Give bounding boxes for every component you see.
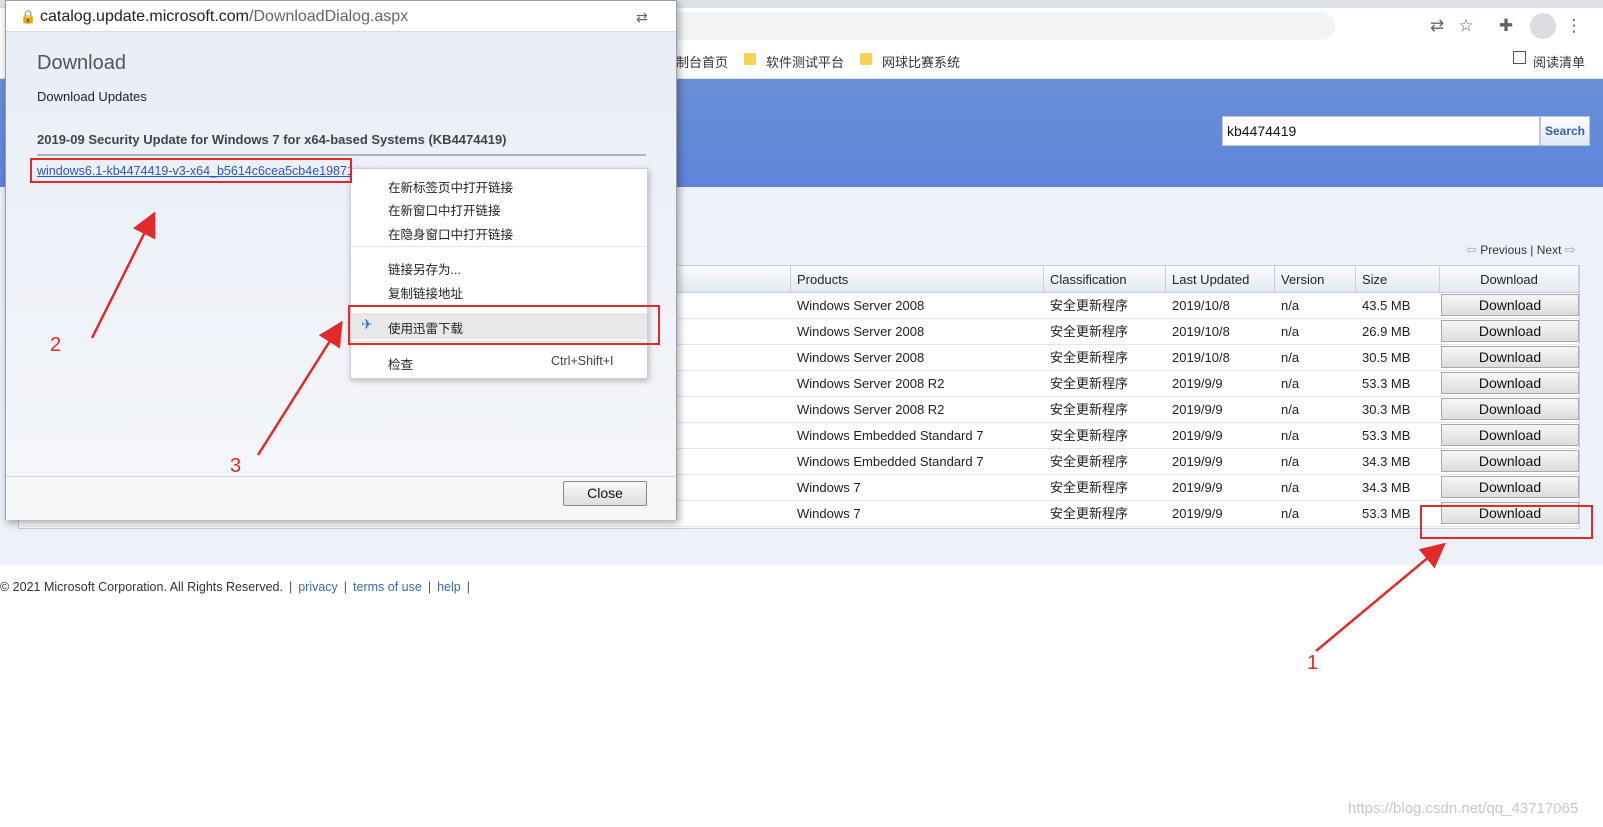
annotation-arrow-2 <box>90 211 156 339</box>
watermark: https://blog.csdn.net/qq_43717065 <box>1348 800 1579 817</box>
annotation-arrows <box>90 211 1446 652</box>
annotation-number-1: 1 <box>1307 652 1319 674</box>
annotation-arrow-1 <box>1315 542 1446 652</box>
annotation-number-3: 3 <box>230 455 242 477</box>
annotation-number-2: 2 <box>50 334 62 356</box>
annotation-arrow-3 <box>256 320 343 456</box>
